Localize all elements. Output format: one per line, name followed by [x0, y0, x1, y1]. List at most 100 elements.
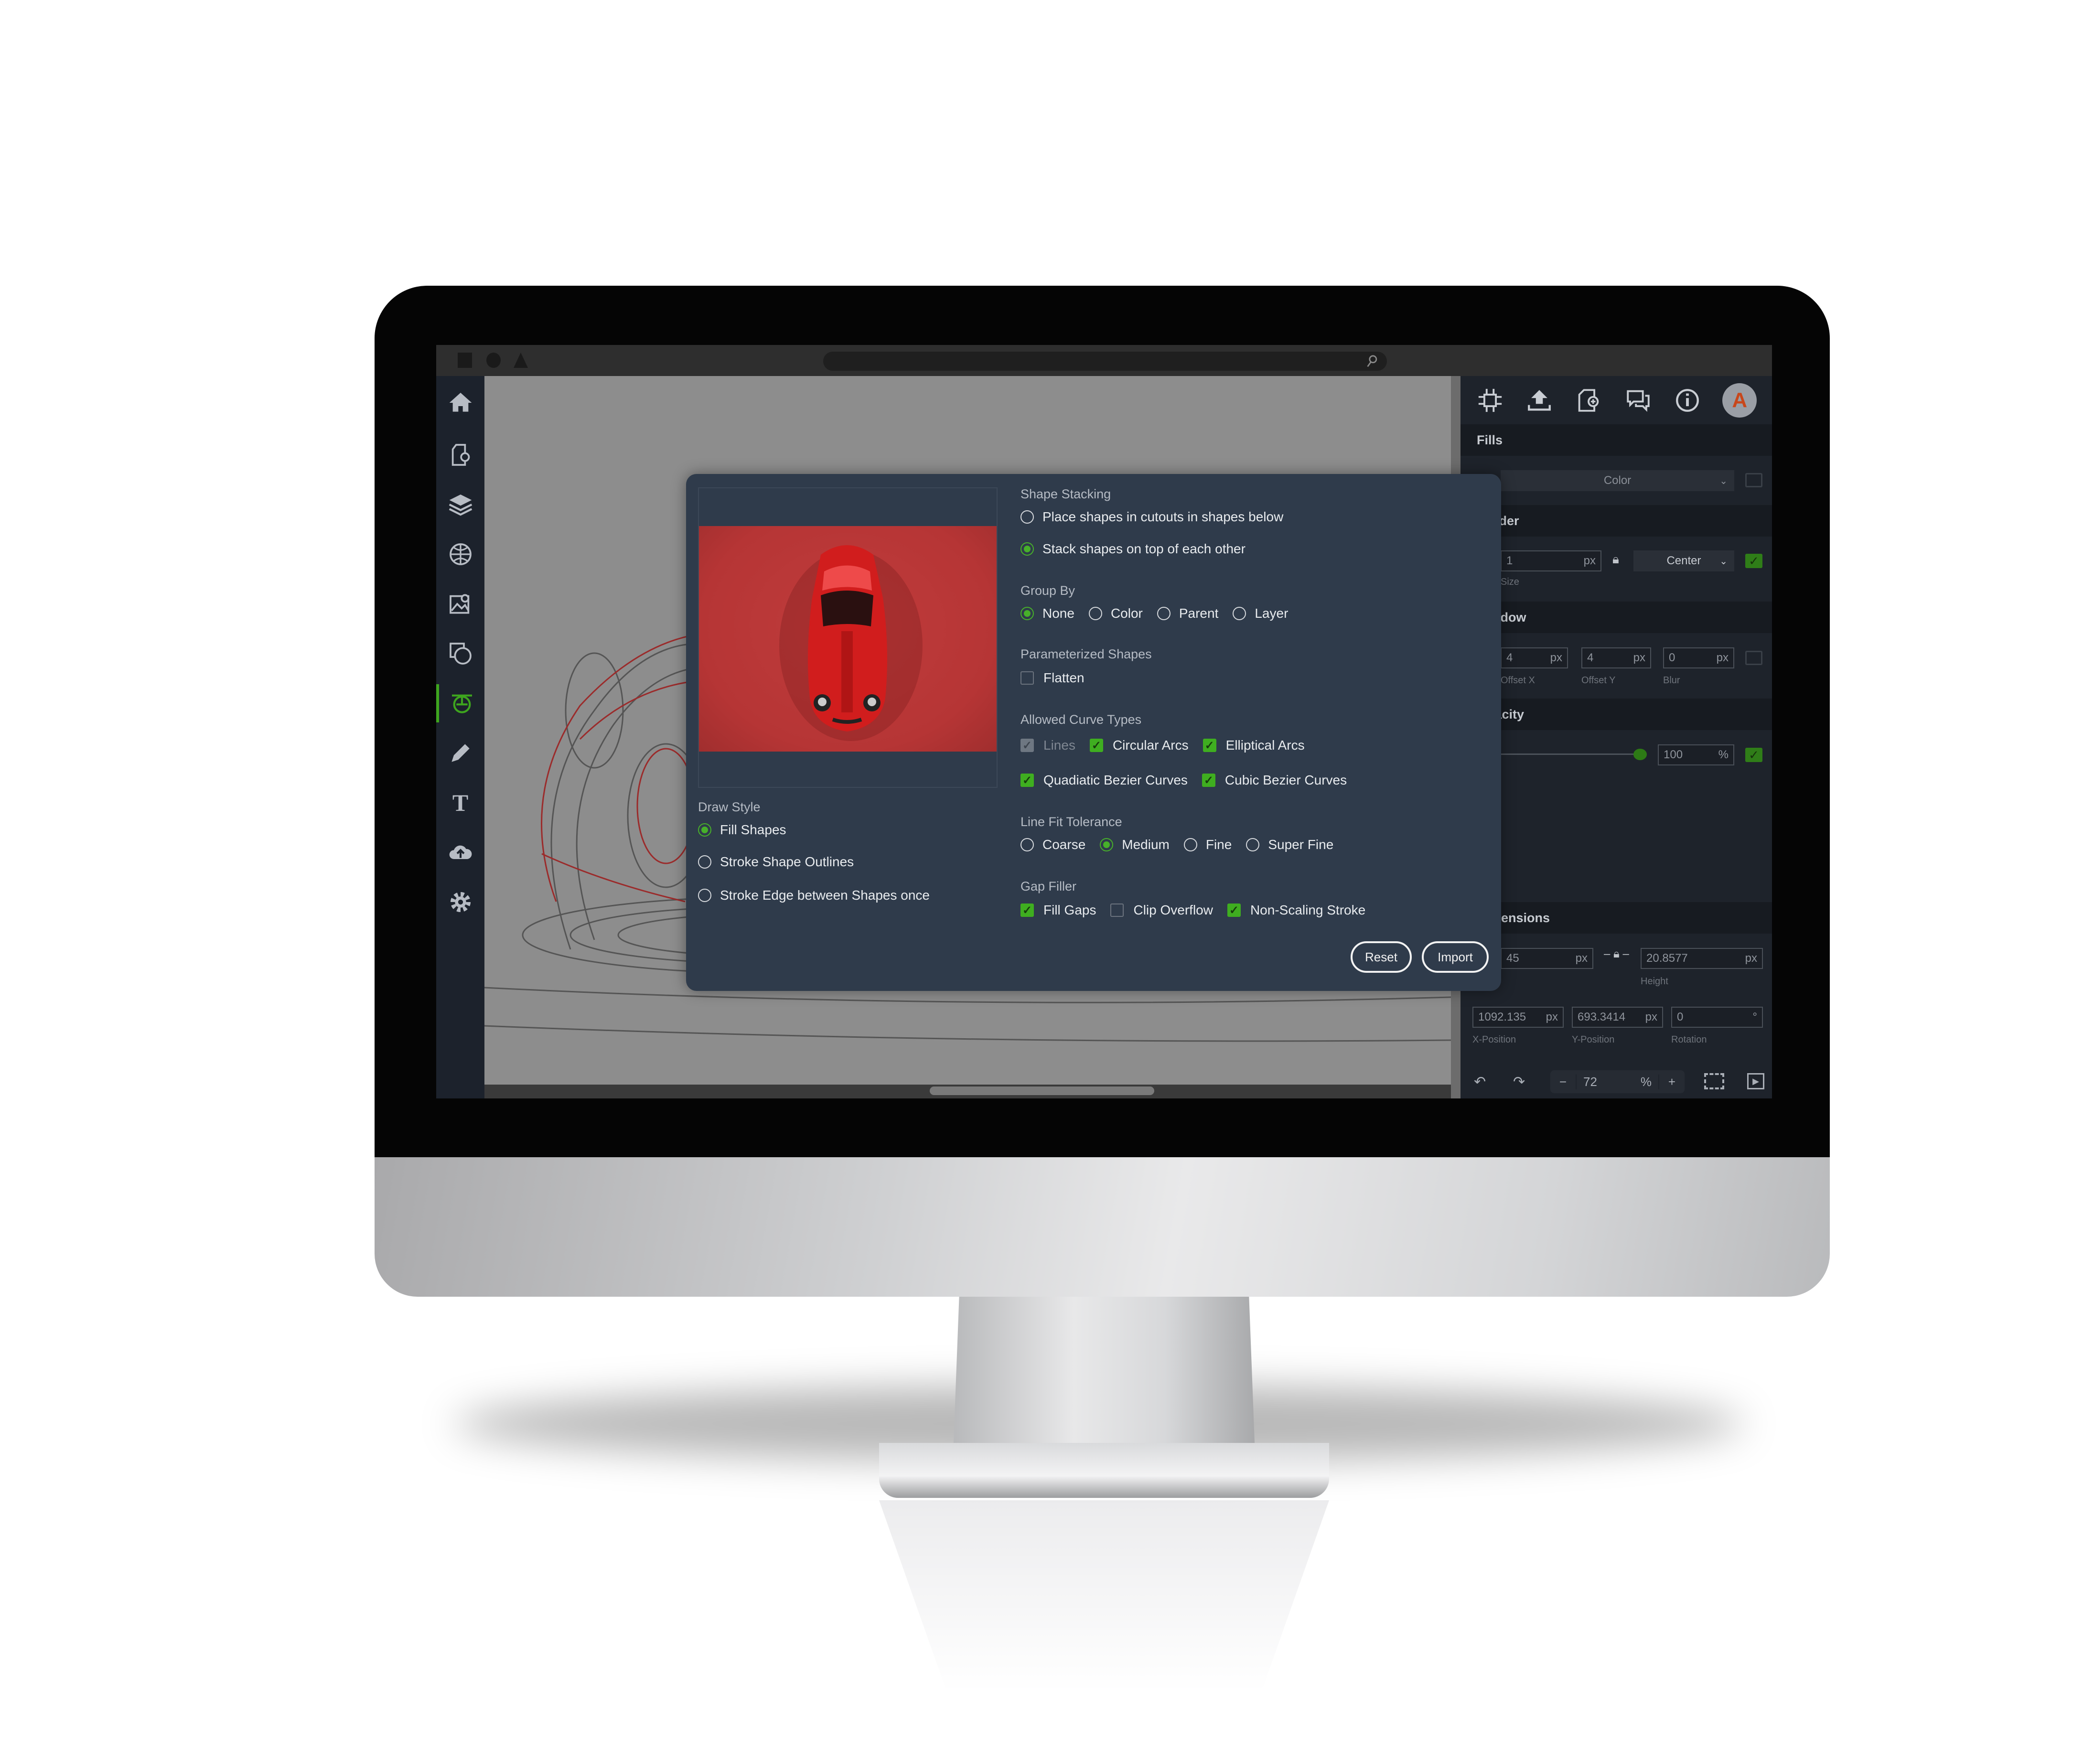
monitor-stand-neck [953, 1297, 1255, 1454]
reset-button[interactable]: Reset [1351, 941, 1412, 973]
draw-style-stroke-outlines[interactable]: Stroke Shape Outlines [698, 851, 854, 872]
stacking-on-top-option[interactable]: Stack shapes on top of each other [1020, 538, 1246, 559]
checkbox-checked[interactable]: ✓ [1227, 904, 1241, 917]
checkbox[interactable] [1020, 671, 1034, 685]
gap-filler-options: ✓ Fill Gaps Clip Overflow ✓ Non-Scaling St… [1020, 900, 1380, 921]
checkbox-checked[interactable]: ✓ [1203, 739, 1216, 752]
border-header: Border [1460, 505, 1772, 537]
radio-selected[interactable] [698, 823, 711, 837]
curve-types-row-1: ✓ Lines ✓ Circular Arcs ✓ Elliptical Arcs [1020, 735, 1319, 756]
sidebar-item-pencil[interactable] [436, 734, 484, 772]
radio-selected[interactable] [1100, 838, 1114, 851]
shadow-enabled-checkbox[interactable] [1745, 651, 1762, 665]
group-by-parent[interactable]: Parent [1157, 606, 1218, 621]
group-by-layer[interactable]: Layer [1233, 606, 1288, 621]
sidebar-item-home[interactable] [436, 384, 484, 422]
border-enabled-checkbox[interactable]: ✓ [1745, 554, 1762, 568]
triangle-icon[interactable] [514, 353, 528, 368]
line-fit-medium[interactable]: Medium [1100, 837, 1170, 852]
radio[interactable] [1020, 510, 1034, 524]
comments-button[interactable] [1624, 386, 1653, 415]
opacity-input[interactable]: 100% [1658, 744, 1734, 765]
sidebar-item-globe[interactable] [436, 535, 484, 573]
line-fit-super-fine[interactable]: Super Fine [1246, 837, 1333, 852]
sidebar-item-image[interactable] [436, 585, 484, 623]
group-by-none[interactable]: None [1020, 606, 1074, 621]
quadratic-bezier-checkbox[interactable]: ✓ Quadiatic Bezier Curves [1020, 773, 1188, 788]
fit-to-screen-icon[interactable] [1704, 1073, 1724, 1089]
parameterized-shapes-label: Parameterized Shapes [1020, 646, 1152, 661]
border-align-dropdown[interactable]: Center ⌄ [1633, 550, 1734, 571]
y-position-input[interactable]: 693.3414 px [1572, 1007, 1663, 1028]
opacity-slider-handle[interactable] [1633, 749, 1647, 760]
radio-selected[interactable] [1020, 607, 1034, 620]
checkbox-checked[interactable]: ✓ [1202, 774, 1215, 787]
shadow-offset-x-input[interactable]: 4 px [1501, 647, 1568, 668]
x-position-input[interactable]: 1092.135 px [1472, 1007, 1564, 1028]
shadow-offset-y-input[interactable]: 4 px [1581, 647, 1651, 668]
square-icon[interactable] [458, 353, 472, 368]
sidebar-item-cloud[interactable] [436, 833, 484, 871]
radio[interactable] [1233, 607, 1246, 620]
sidebar-item-new-document[interactable] [436, 436, 484, 474]
present-icon[interactable]: ▶ [1747, 1073, 1764, 1089]
line-fit-coarse[interactable]: Coarse [1020, 837, 1085, 852]
new-document-button[interactable] [1574, 386, 1603, 415]
opacity-enabled-checkbox[interactable]: ✓ [1745, 748, 1762, 762]
zoom-out-button[interactable]: − [1550, 1074, 1577, 1089]
draw-style-stroke-edge[interactable]: Stroke Edge between Shapes once [698, 885, 930, 906]
import-button[interactable]: Import [1422, 941, 1489, 973]
info-button[interactable] [1673, 386, 1702, 415]
sidebar-item-shapes[interactable] [436, 635, 484, 673]
line-fit-label: Line Fit Tolerance [1020, 814, 1122, 829]
zoom-in-button[interactable]: + [1658, 1074, 1685, 1089]
border-size-input[interactable]: 1 px [1501, 550, 1601, 571]
radio[interactable] [1157, 607, 1170, 620]
radio[interactable] [1020, 838, 1034, 851]
height-input[interactable]: 20.8577 px [1641, 948, 1763, 969]
user-avatar[interactable]: A [1722, 383, 1757, 418]
radio[interactable] [1088, 607, 1102, 620]
vectorize-settings-button[interactable] [1476, 386, 1504, 415]
radio[interactable] [698, 855, 711, 869]
radio-selected[interactable] [1020, 542, 1034, 556]
draw-style-label: Draw Style [698, 799, 761, 814]
stacking-cutouts-option[interactable]: Place shapes in cutouts in shapes below [1020, 506, 1283, 527]
fill-gaps-checkbox[interactable]: ✓ Fill Gaps [1020, 903, 1096, 918]
cubic-bezier-checkbox[interactable]: ✓ Cubic Bezier Curves [1202, 773, 1347, 788]
draw-style-fill-shapes[interactable]: Fill Shapes [698, 819, 786, 840]
radio[interactable] [1183, 838, 1197, 851]
sidebar-item-text[interactable]: T [436, 784, 484, 822]
radio[interactable] [698, 889, 711, 902]
elliptical-arcs-checkbox[interactable]: ✓ Elliptical Arcs [1203, 738, 1305, 753]
checkbox-checked[interactable]: ✓ [1020, 774, 1034, 787]
lock-icon[interactable]: 🔒︎ [1612, 552, 1619, 567]
offset-x-label: Offset X [1501, 675, 1535, 686]
undo-icon[interactable]: ↶ [1474, 1074, 1486, 1090]
line-fit-fine[interactable]: Fine [1183, 837, 1232, 852]
sidebar-item-settings[interactable] [436, 883, 484, 921]
aspect-lock-icon[interactable]: – 🔒︎ – [1604, 947, 1629, 961]
non-scaling-stroke-checkbox[interactable]: ✓ Non-Scaling Stroke [1227, 903, 1365, 918]
flatten-checkbox[interactable]: Flatten [1020, 667, 1085, 688]
checkbox-checked[interactable]: ✓ [1020, 904, 1034, 917]
fill-enabled-checkbox[interactable] [1745, 473, 1762, 487]
upload-button[interactable] [1525, 386, 1554, 415]
group-by-color[interactable]: Color [1088, 606, 1143, 621]
checkbox-checked[interactable]: ✓ [1089, 739, 1103, 752]
clip-overflow-checkbox[interactable]: Clip Overflow [1110, 903, 1213, 918]
sidebar-item-vectorize[interactable] [436, 684, 484, 722]
search-input[interactable] [823, 352, 1387, 371]
rotation-input[interactable]: 0 ° [1671, 1007, 1763, 1028]
width-input[interactable]: 45 px [1501, 948, 1593, 969]
fill-type-dropdown[interactable]: Color ⌄ [1501, 470, 1734, 491]
zoom-value[interactable]: 72 [1577, 1075, 1641, 1089]
shadow-blur-input[interactable]: 0 px [1663, 647, 1734, 668]
redo-icon[interactable]: ↷ [1513, 1074, 1525, 1090]
circular-arcs-checkbox[interactable]: ✓ Circular Arcs [1089, 738, 1189, 753]
circle-icon[interactable] [486, 353, 501, 368]
radio[interactable] [1246, 838, 1260, 851]
scrollbar-thumb[interactable] [930, 1086, 1154, 1095]
sidebar-item-layers[interactable] [436, 485, 484, 524]
checkbox[interactable] [1110, 904, 1124, 917]
